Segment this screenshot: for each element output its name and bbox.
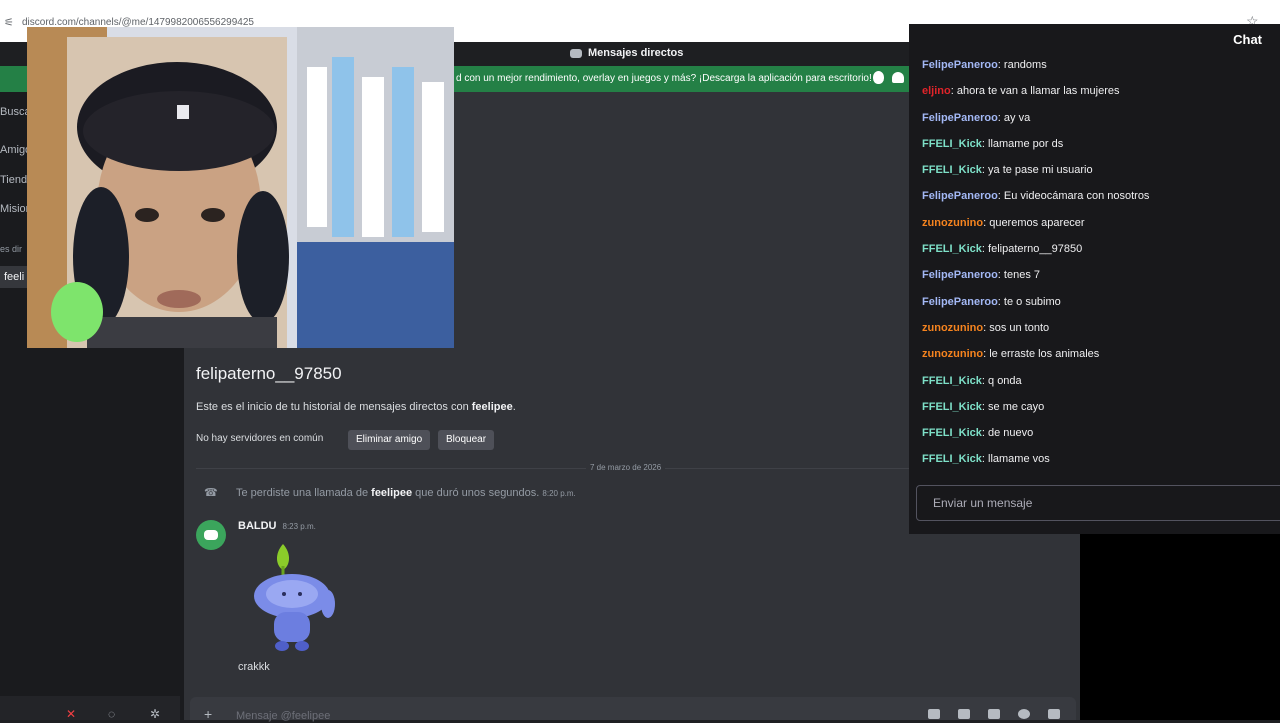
chat-message: FelipePaneroo: randoms bbox=[922, 59, 1272, 85]
webcam-overlay bbox=[27, 27, 454, 348]
stream-chat-panel: Chat FelipePaneroo: randoms eljino: ahora… bbox=[909, 24, 1280, 534]
apps-icon[interactable] bbox=[1048, 709, 1060, 719]
chat-message-text: : felipaterno__97850 bbox=[981, 243, 1083, 256]
chat-username[interactable]: FFELI_Kick bbox=[922, 375, 982, 387]
chat-message-text: : te o subimo bbox=[997, 295, 1061, 308]
chat-send-input[interactable] bbox=[933, 496, 1263, 510]
chat-message: FFELI_Kick: de nuevo bbox=[922, 427, 1272, 453]
chat-message-text: : ahora te van a llamar las mujeres bbox=[950, 85, 1120, 98]
mutual-servers-label[interactable]: No hay servidores en común bbox=[196, 433, 323, 444]
profile-intro: Este es el inicio de tu historial de men… bbox=[196, 401, 516, 413]
chat-message: zunozunino: sos un tonto bbox=[922, 322, 1272, 348]
chat-message-text: : q onda bbox=[981, 374, 1022, 387]
remove-friend-button[interactable]: Eliminar amigo bbox=[348, 430, 431, 450]
missed-call-message: ☎ Te perdiste una llamada de feelipee que… bbox=[204, 487, 576, 499]
headset-icon[interactable]: ◌ bbox=[108, 707, 115, 721]
chat-message-text: : randoms bbox=[997, 59, 1047, 71]
chat-username[interactable]: zunozunino bbox=[922, 217, 983, 229]
chat-message-text: : Eu videocámara con nosotros bbox=[997, 190, 1150, 203]
chat-message-text: : se me cayo bbox=[981, 400, 1045, 413]
apple-icon[interactable] bbox=[873, 71, 884, 84]
chat-title: Chat bbox=[1233, 32, 1262, 47]
chat-message: FelipePaneroo: te o subimo bbox=[922, 296, 1272, 322]
chat-message: zunozunino: le erraste los animales bbox=[922, 348, 1272, 374]
chat-username[interactable]: FFELI_Kick bbox=[922, 427, 982, 439]
chat-message-text: : tenes 7 bbox=[997, 269, 1040, 282]
message-author[interactable]: BALDU 8:23 p.m. bbox=[238, 520, 316, 532]
chat-message: FelipePaneroo: ay va bbox=[922, 112, 1272, 138]
chat-message-list: FelipePaneroo: randoms eljino: ahora te v… bbox=[922, 59, 1272, 480]
chat-message: FFELI_Kick: ya te pase mi usuario bbox=[922, 164, 1272, 190]
window-title: Mensajes directos bbox=[570, 47, 683, 59]
chat-message: FFELI_Kick: llamame por ds bbox=[922, 138, 1272, 164]
user-panel: ✕ ◌ ✲ bbox=[0, 696, 180, 721]
wumpus-arm bbox=[321, 590, 335, 618]
emoji-icon[interactable] bbox=[1018, 709, 1030, 719]
android-icon[interactable] bbox=[892, 72, 904, 83]
wumpus-sticker-image bbox=[254, 544, 335, 651]
chat-message-text: : ya te pase mi usuario bbox=[981, 164, 1093, 177]
chat-username[interactable]: FelipePaneroo bbox=[922, 190, 998, 202]
chat-message: FelipePaneroo: Eu videocámara con nosotr… bbox=[922, 190, 1272, 216]
chat-message-text: : ay va bbox=[997, 111, 1031, 124]
chat-username[interactable]: FFELI_Kick bbox=[922, 243, 982, 255]
blank-area bbox=[1080, 534, 1280, 720]
chat-message-text: : sos un tonto bbox=[983, 321, 1050, 334]
chat-username[interactable]: zunozunino bbox=[922, 322, 983, 334]
chat-message: eljino: ahora te van a llamar las mujere… bbox=[922, 85, 1272, 111]
message-composer: + bbox=[190, 697, 1076, 723]
sticker-icon[interactable] bbox=[988, 709, 1000, 719]
chat-username[interactable]: FFELI_Kick bbox=[922, 453, 982, 465]
chat-send-box[interactable] bbox=[916, 485, 1280, 521]
dm-section-header: es dir bbox=[0, 244, 23, 254]
chat-message-text: : llamame por ds bbox=[981, 137, 1064, 150]
chat-message-text: : le erraste los animales bbox=[983, 348, 1100, 361]
chat-username[interactable]: FelipePaneroo bbox=[922, 269, 998, 281]
chat-message: zunozunino: queremos aparecer bbox=[922, 217, 1272, 243]
discord-logo-icon bbox=[570, 48, 582, 58]
mic-muted-icon[interactable]: ✕ bbox=[66, 707, 76, 721]
chat-message: FFELI_Kick: llamame vos bbox=[922, 453, 1272, 479]
message-text: crakkk bbox=[238, 661, 270, 673]
notice-text: d con un mejor rendimiento, overlay en j… bbox=[456, 73, 872, 84]
chat-message-text: : llamame vos bbox=[981, 453, 1050, 466]
chat-message-text: : de nuevo bbox=[981, 427, 1034, 440]
chat-username[interactable]: FelipePaneroo bbox=[922, 112, 998, 124]
gif-icon[interactable] bbox=[958, 709, 970, 719]
chat-message: FFELI_Kick: q onda bbox=[922, 375, 1272, 401]
wumpus-body bbox=[274, 612, 310, 642]
phone-icon: ☎ bbox=[204, 487, 218, 499]
profile-username: felipaterno__97850 bbox=[196, 364, 342, 383]
chat-message: FelipePaneroo: tenes 7 bbox=[922, 269, 1272, 295]
chat-username[interactable]: zunozunino bbox=[922, 348, 983, 360]
chat-username[interactable]: FFELI_Kick bbox=[922, 138, 982, 150]
chat-username[interactable]: FFELI_Kick bbox=[922, 401, 982, 413]
discord-logo-icon bbox=[204, 530, 218, 540]
chat-message: FFELI_Kick: se me cayo bbox=[922, 401, 1272, 427]
chat-username[interactable]: FFELI_Kick bbox=[922, 164, 982, 176]
chat-message-text: : queremos aparecer bbox=[983, 216, 1085, 229]
webcam-image bbox=[27, 27, 454, 348]
message-input[interactable] bbox=[236, 709, 796, 723]
site-settings-icon[interactable]: ⚟ bbox=[4, 16, 14, 29]
chat-username[interactable]: FelipePaneroo bbox=[922, 59, 998, 71]
block-button[interactable]: Bloquear bbox=[438, 430, 495, 450]
wumpus-face bbox=[266, 580, 318, 608]
chat-message: FFELI_Kick: felipaterno__97850 bbox=[922, 243, 1272, 269]
avatar[interactable] bbox=[196, 520, 226, 550]
gift-icon[interactable] bbox=[928, 709, 940, 719]
gear-icon[interactable]: ✲ bbox=[150, 707, 160, 721]
chat-username[interactable]: eljino bbox=[922, 85, 951, 97]
chat-username[interactable]: FelipePaneroo bbox=[922, 296, 998, 308]
